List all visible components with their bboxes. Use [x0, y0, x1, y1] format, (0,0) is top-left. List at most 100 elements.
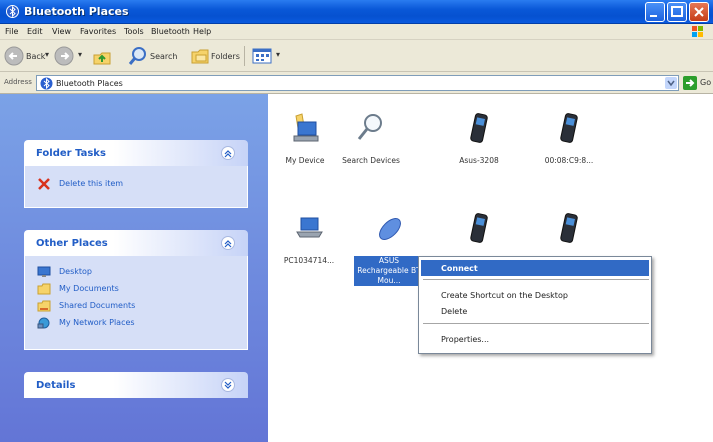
laptop-icon [296, 217, 323, 238]
item-pc[interactable]: PC1034714... [274, 212, 344, 292]
address-field[interactable]: Bluetooth Places [36, 75, 679, 91]
other-places-panel: Other Places Desktop My Documents Shared… [24, 230, 248, 350]
details-header[interactable]: Details [24, 372, 248, 398]
chevron-up-icon [224, 240, 232, 248]
folder-tasks-title: Folder Tasks [36, 148, 106, 159]
item-my-device[interactable]: My Device [270, 112, 340, 192]
folders-label[interactable]: Folders [211, 52, 240, 61]
delete-icon [38, 178, 50, 190]
close-button[interactable] [689, 2, 709, 22]
menu-connect-label: Connect [441, 264, 478, 273]
search-label[interactable]: Search [150, 52, 177, 61]
collapse-button[interactable] [221, 236, 235, 250]
chevron-up-icon [224, 150, 232, 158]
folder-tasks-body: Delete this item [24, 166, 248, 208]
menu-properties-label: Properties... [441, 335, 490, 344]
folder-tasks-header[interactable]: Folder Tasks [24, 140, 248, 166]
place-shared-documents[interactable]: Shared Documents [59, 301, 135, 310]
windows-logo-icon [692, 26, 703, 37]
item-label: My Device [285, 156, 325, 165]
title-bar[interactable]: Bluetooth Places [0, 0, 713, 24]
menu-favorites[interactable]: Favorites [80, 27, 116, 36]
phone-icon [560, 113, 578, 143]
menu-create-shortcut[interactable]: Create Shortcut on the Desktop [421, 287, 649, 303]
delete-item-link[interactable]: Delete this item [59, 179, 123, 188]
bluetooth-icon [6, 5, 19, 18]
item-label: ASUS Rechargeable BT Mou... [354, 256, 424, 286]
network-places-icon [37, 317, 50, 329]
other-places-body: Desktop My Documents Shared Documents My… [24, 256, 248, 350]
menu-bluetooth[interactable]: Bluetooth [151, 27, 190, 36]
menu-edit[interactable]: Edit [27, 27, 43, 36]
item-device-address[interactable]: 00:08:C9:8... [534, 112, 604, 192]
menu-properties[interactable]: Properties... [421, 331, 649, 347]
go-label[interactable]: Go [700, 78, 711, 87]
phone-icon [470, 213, 488, 243]
menu-separator [423, 279, 649, 280]
explorer-window: Bluetooth Places File Edit View Favorite… [0, 0, 713, 442]
desktop-icon [37, 266, 51, 277]
place-desktop[interactable]: Desktop [59, 267, 92, 276]
address-label: Address [4, 78, 32, 86]
other-places-title: Other Places [36, 238, 108, 249]
go-arrow-icon [686, 79, 695, 87]
bluetooth-icon [40, 77, 53, 90]
chevron-down-icon [224, 381, 232, 389]
mouse-icon [379, 218, 401, 240]
back-icon[interactable] [4, 46, 24, 66]
menu-tools[interactable]: Tools [124, 27, 144, 36]
computer-icon [293, 113, 319, 142]
magnifier-icon [357, 114, 382, 140]
expand-button[interactable] [221, 378, 235, 392]
details-panel: Details [24, 372, 248, 398]
folders-icon[interactable] [190, 47, 210, 65]
other-places-header[interactable]: Other Places [24, 230, 248, 256]
menu-connect[interactable]: Connect [421, 260, 649, 276]
item-label: PC1034714... [283, 256, 335, 265]
address-value[interactable]: Bluetooth Places [56, 79, 123, 88]
toolbar-divider [244, 46, 245, 66]
menu-separator [423, 323, 649, 324]
details-title: Details [36, 380, 76, 391]
minimize-button[interactable] [645, 2, 665, 22]
context-menu: Connect Create Shortcut on the Desktop D… [418, 256, 652, 354]
phone-icon [560, 213, 578, 243]
task-pane: Folder Tasks Delete this item Other Plac… [0, 94, 268, 442]
my-documents-icon [37, 283, 51, 295]
item-label: Search Devices [342, 156, 400, 165]
maximize-icon [671, 6, 683, 17]
address-dropdown-button[interactable] [665, 77, 677, 89]
window-title: Bluetooth Places [24, 5, 129, 18]
menu-file[interactable]: File [5, 27, 18, 36]
close-icon [694, 7, 704, 17]
views-dropdown-icon[interactable]: ▾ [276, 50, 280, 59]
minimize-icon [650, 15, 657, 17]
item-asus-mouse[interactable]: ASUS Rechargeable BT Mou... [354, 212, 424, 292]
back-dropdown-icon[interactable]: ▾ [45, 50, 49, 59]
go-button[interactable] [683, 76, 697, 90]
collapse-button[interactable] [221, 146, 235, 160]
up-folder-icon[interactable] [92, 47, 112, 67]
item-asus-3208[interactable]: Asus-3208 [444, 112, 514, 192]
shared-documents-icon [37, 300, 51, 312]
phone-icon [470, 113, 488, 143]
views-icon[interactable] [252, 47, 274, 65]
menu-view[interactable]: View [52, 27, 71, 36]
place-network-places[interactable]: My Network Places [59, 318, 135, 327]
folder-tasks-panel: Folder Tasks Delete this item [24, 140, 248, 208]
menu-help[interactable]: Help [193, 27, 211, 36]
chevron-down-icon [667, 80, 675, 87]
place-my-documents[interactable]: My Documents [59, 284, 119, 293]
forward-dropdown-icon[interactable]: ▾ [78, 50, 82, 59]
toolbar: Back ▾ ▾ Search Folders ▾ [0, 40, 713, 72]
forward-icon[interactable] [54, 46, 74, 66]
maximize-button[interactable] [667, 2, 687, 22]
item-label: Asus-3208 [459, 156, 499, 165]
address-bar: Address Bluetooth Places Go [0, 72, 713, 94]
back-label[interactable]: Back [26, 52, 45, 61]
menu-delete[interactable]: Delete [421, 303, 649, 319]
item-label: 00:08:C9:8... [544, 156, 594, 165]
menu-bar: File Edit View Favorites Tools Bluetooth… [0, 24, 713, 40]
item-search-devices[interactable]: Search Devices [336, 112, 406, 192]
search-icon[interactable] [128, 46, 148, 66]
